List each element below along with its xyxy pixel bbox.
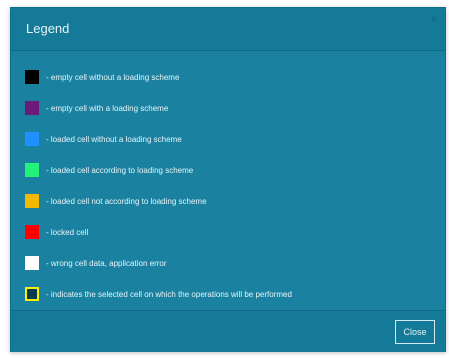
purple-swatch-icon bbox=[25, 101, 39, 115]
red-swatch-icon bbox=[25, 225, 39, 239]
dialog-header: Legend × bbox=[11, 8, 445, 51]
black-swatch-icon bbox=[25, 70, 39, 84]
legend-item-label: - wrong cell data, application error bbox=[46, 258, 167, 268]
legend-item-locked: - locked cell bbox=[25, 224, 88, 240]
legend-item-label: - indicates the selected cell on which t… bbox=[46, 289, 292, 299]
selected-cell-swatch-icon bbox=[25, 287, 39, 301]
legend-dialog: Legend × - empty cell without a loading … bbox=[10, 7, 446, 352]
legend-item-label: - loaded cell not according to loading s… bbox=[46, 196, 207, 206]
legend-item-label: - locked cell bbox=[46, 227, 89, 237]
legend-item-loaded-no-scheme: - loaded cell without a loading scheme bbox=[25, 131, 182, 147]
legend-item-label: - loaded cell without a loading scheme bbox=[46, 134, 182, 144]
legend-item-empty-no-scheme: - empty cell without a loading scheme bbox=[25, 69, 179, 85]
legend-item-label: - loaded cell according to loading schem… bbox=[46, 165, 194, 175]
legend-item-label: - empty cell without a loading scheme bbox=[46, 72, 180, 82]
legend-list: - empty cell without a loading scheme - … bbox=[11, 52, 445, 310]
legend-item-loaded-per-scheme: - loaded cell according to loading schem… bbox=[25, 162, 193, 178]
close-button[interactable]: Close bbox=[395, 320, 435, 344]
legend-item-empty-with-scheme: - empty cell with a loading scheme bbox=[25, 100, 168, 116]
close-icon[interactable]: × bbox=[431, 14, 437, 26]
green-swatch-icon bbox=[25, 163, 39, 177]
blue-swatch-icon bbox=[25, 132, 39, 146]
dialog-title: Legend bbox=[26, 21, 70, 36]
legend-item-error: - wrong cell data, application error bbox=[25, 255, 167, 271]
orange-swatch-icon bbox=[25, 194, 39, 208]
legend-item-label: - empty cell with a loading scheme bbox=[46, 103, 169, 113]
legend-item-selected: - indicates the selected cell on which t… bbox=[25, 286, 292, 302]
dialog-footer: Close bbox=[11, 310, 445, 352]
white-swatch-icon bbox=[25, 256, 39, 270]
legend-item-loaded-not-per-scheme: - loaded cell not according to loading s… bbox=[25, 193, 207, 209]
